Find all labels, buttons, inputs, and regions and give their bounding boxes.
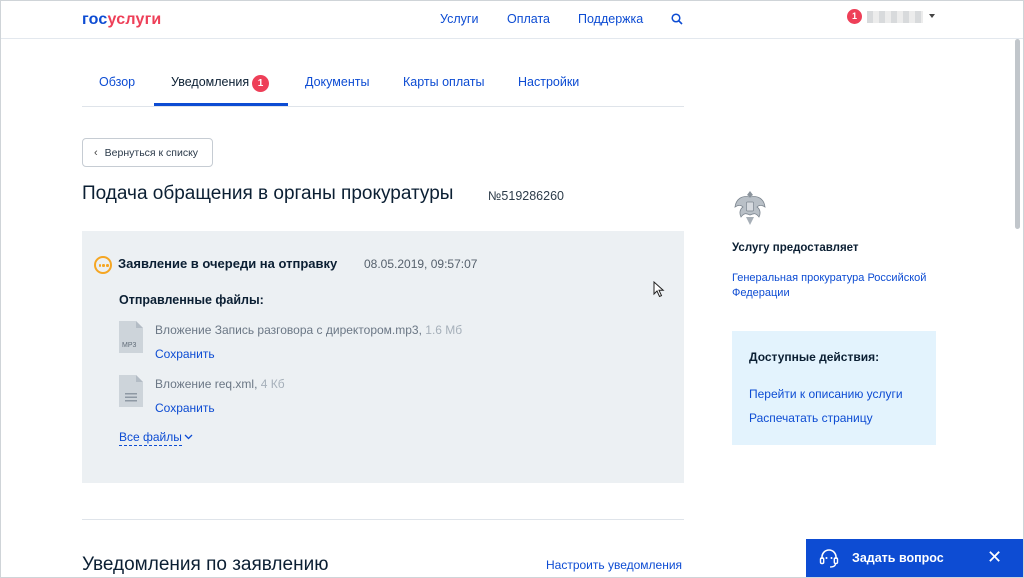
section-divider bbox=[82, 519, 684, 520]
mouse-cursor-icon bbox=[653, 281, 665, 298]
tab-notifications-badge: 1 bbox=[252, 75, 269, 92]
headset-icon bbox=[819, 549, 839, 568]
user-name-redacted[interactable] bbox=[867, 11, 923, 23]
save-file-button[interactable]: Сохранить bbox=[155, 401, 215, 415]
actions-heading: Доступные действия: bbox=[749, 350, 880, 364]
back-button-label: Вернуться к списку bbox=[104, 146, 199, 159]
section-title: Уведомления по заявлению bbox=[82, 554, 329, 575]
pending-icon bbox=[94, 256, 112, 274]
site-header: госуслуги Услуги Оплата Поддержка 1 bbox=[1, 1, 1023, 39]
print-page-link[interactable]: Распечатать страницу bbox=[749, 411, 873, 425]
gosuslugi-logo[interactable]: госуслуги bbox=[82, 11, 161, 29]
page-title: Подача обращения в органы прокуратуры bbox=[82, 183, 454, 204]
tabs-bar: Обзор Уведомления 1 Документы Карты опла… bbox=[82, 63, 684, 107]
chevron-down-icon[interactable] bbox=[184, 434, 193, 440]
browser-viewport: госуслуги Услуги Оплата Поддержка 1 Обзо… bbox=[0, 0, 1024, 578]
tab-documents[interactable]: Документы bbox=[305, 75, 369, 89]
service-description-link[interactable]: Перейти к описанию услуги bbox=[749, 387, 903, 401]
tab-notifications[interactable]: Уведомления bbox=[171, 75, 249, 89]
nav-payment[interactable]: Оплата bbox=[507, 12, 550, 26]
notification-badge: 1 bbox=[847, 9, 862, 24]
scrollbar[interactable] bbox=[1013, 39, 1022, 229]
back-to-list-button[interactable]: ‹ Вернуться к списку bbox=[82, 138, 213, 167]
chevron-down-icon[interactable] bbox=[929, 14, 935, 18]
save-file-button[interactable]: Сохранить bbox=[155, 347, 215, 361]
scrollbar-thumb[interactable] bbox=[1015, 39, 1020, 229]
file-name: Вложение req.xml, 4 Кб bbox=[155, 377, 285, 391]
tab-settings[interactable]: Настройки bbox=[518, 75, 579, 89]
ask-question-widget[interactable]: Задать вопрос ✕ bbox=[806, 539, 1023, 577]
sent-files-heading: Отправленные файлы: bbox=[119, 293, 264, 307]
tab-payment-cards[interactable]: Карты оплаты bbox=[403, 75, 485, 89]
provider-link[interactable]: Генеральная прокуратура Российской Федер… bbox=[732, 271, 942, 301]
ask-question-label: Задать вопрос bbox=[852, 551, 944, 565]
mp3-file-icon: MP3 bbox=[119, 321, 143, 353]
chevron-left-icon: ‹ bbox=[94, 146, 98, 159]
configure-notifications-link[interactable]: Настроить уведомления bbox=[546, 558, 682, 572]
document-file-icon bbox=[119, 375, 143, 407]
nav-services[interactable]: Услуги bbox=[440, 12, 478, 26]
status-text: Заявление в очереди на отправку bbox=[118, 256, 338, 271]
provider-label: Услугу предоставляет bbox=[732, 242, 859, 254]
application-number: №519286260 bbox=[488, 189, 564, 203]
svg-text:MP3: MP3 bbox=[122, 342, 137, 349]
russian-emblem-icon bbox=[734, 191, 766, 225]
close-icon[interactable]: ✕ bbox=[987, 547, 1002, 567]
tab-overview[interactable]: Обзор bbox=[99, 75, 135, 89]
nav-support[interactable]: Поддержка bbox=[578, 12, 643, 26]
file-name: Вложение Запись разговора с директором.m… bbox=[155, 323, 463, 337]
active-tab-indicator bbox=[154, 103, 288, 106]
search-icon[interactable] bbox=[671, 13, 683, 25]
all-files-toggle[interactable]: Все файлы bbox=[119, 430, 182, 446]
status-date: 08.05.2019, 09:57:07 bbox=[364, 257, 478, 271]
